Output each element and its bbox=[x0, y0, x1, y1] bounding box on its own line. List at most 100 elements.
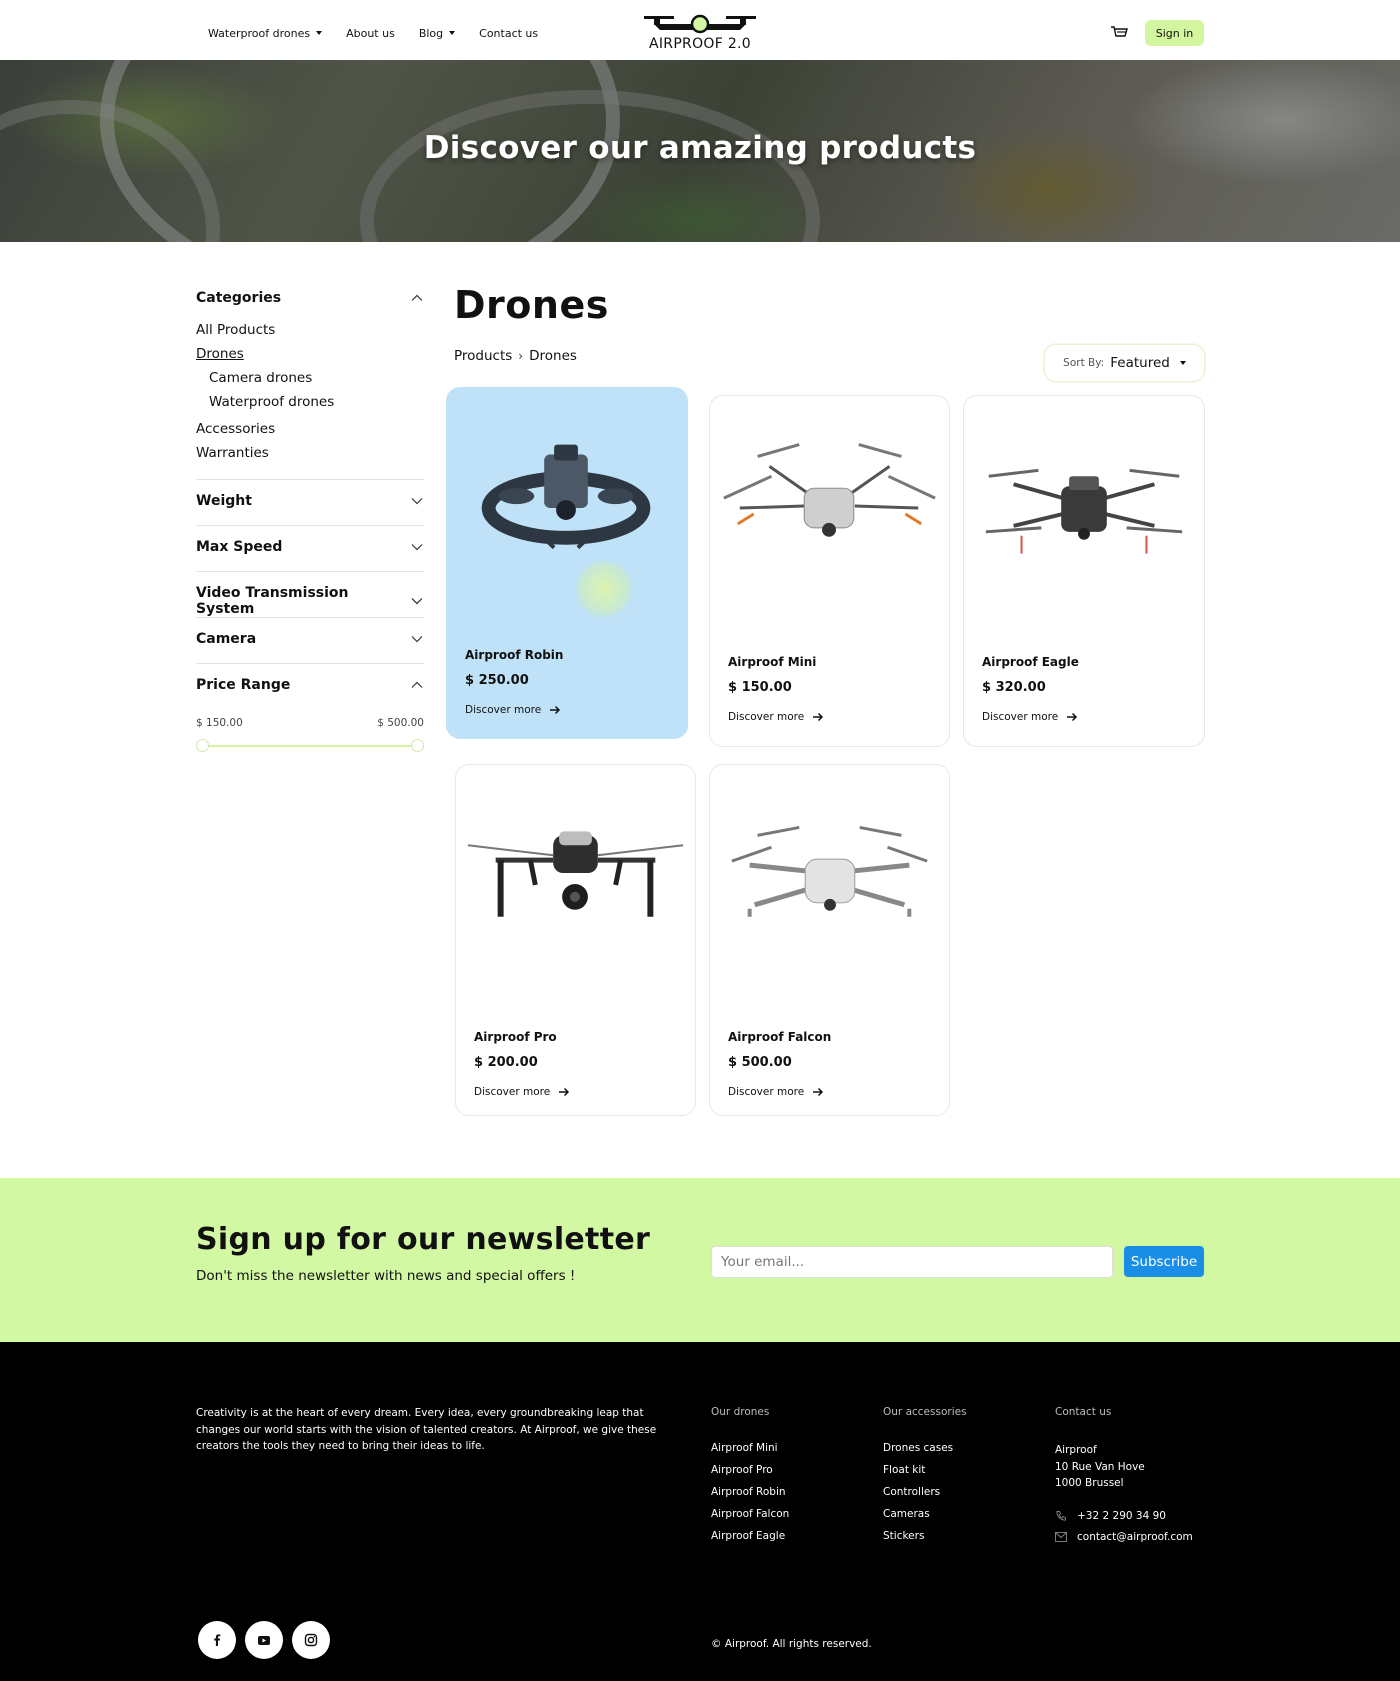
category-accessories[interactable]: Accessories bbox=[196, 421, 424, 437]
drone-image bbox=[985, 468, 1183, 554]
product-price: $ 500.00 bbox=[728, 1055, 792, 1070]
footer-link-airproof-robin[interactable]: Airproof Robin bbox=[711, 1486, 789, 1498]
filter-max-speed: Max Speed bbox=[196, 525, 424, 571]
filter-camera-header[interactable]: Camera bbox=[196, 631, 424, 647]
footer-contact-column: Contact us Airproof 10 Rue Van Hove 1000… bbox=[1055, 1406, 1193, 1552]
category-warranties[interactable]: Warranties bbox=[196, 445, 424, 461]
chevron-down-icon bbox=[411, 598, 423, 605]
caret-down-icon bbox=[449, 31, 456, 35]
subscribe-button[interactable]: Subscribe bbox=[1124, 1246, 1204, 1277]
caret-down-icon bbox=[1179, 361, 1186, 365]
newsletter-title: Sign up for our newsletter bbox=[196, 1222, 651, 1257]
discover-more-link[interactable]: Discover more bbox=[465, 704, 561, 716]
product-price: $ 200.00 bbox=[474, 1055, 538, 1070]
category-list: All Products Drones Camera drones Waterp… bbox=[196, 322, 424, 461]
footer-link-airproof-pro[interactable]: Airproof Pro bbox=[711, 1464, 789, 1476]
discover-more-link[interactable]: Discover more bbox=[728, 1086, 824, 1098]
category-camera-drones[interactable]: Camera drones bbox=[209, 370, 424, 386]
footer-link-controllers[interactable]: Controllers bbox=[883, 1486, 967, 1498]
footer-column-title: Our drones bbox=[711, 1406, 770, 1418]
footer-link-float-kit[interactable]: Float kit bbox=[883, 1464, 967, 1476]
footer-link-airproof-eagle[interactable]: Airproof Eagle bbox=[711, 1530, 789, 1542]
product-card[interactable]: Airproof Pro $ 200.00 Discover more bbox=[455, 764, 696, 1116]
product-card[interactable]: Airproof Robin $ 250.00 Discover more bbox=[446, 387, 688, 739]
discover-more-label: Discover more bbox=[474, 1086, 551, 1098]
nav-label: Waterproof drones bbox=[208, 26, 311, 40]
filter-max-speed-header[interactable]: Max Speed bbox=[196, 539, 424, 555]
product-price: $ 250.00 bbox=[465, 673, 529, 688]
drone-image bbox=[467, 831, 684, 917]
footer-link-drones-cases[interactable]: Drones cases bbox=[883, 1442, 967, 1454]
chevron-up-icon bbox=[411, 681, 423, 688]
chevron-down-icon bbox=[411, 636, 423, 643]
product-card[interactable]: Airproof Mini $ 150.00 Discover more bbox=[709, 395, 950, 747]
breadcrumb-products[interactable]: Products bbox=[454, 348, 512, 364]
category-waterproof-drones[interactable]: Waterproof drones bbox=[209, 394, 424, 410]
price-min-label: $ 150.00 bbox=[196, 717, 243, 729]
filter-price-range: Price Range $ 150.00 $ 500.00 bbox=[196, 663, 424, 753]
footer-link-airproof-falcon[interactable]: Airproof Falcon bbox=[711, 1508, 789, 1520]
arrow-right-icon bbox=[1067, 712, 1078, 722]
main-nav: Waterproof drones About us Blog Contact … bbox=[208, 0, 538, 66]
sign-in-button[interactable]: Sign in bbox=[1145, 20, 1204, 46]
footer-link-airproof-mini[interactable]: Airproof Mini bbox=[711, 1442, 789, 1454]
discover-more-link[interactable]: Discover more bbox=[728, 711, 824, 723]
category-all-products[interactable]: All Products bbox=[196, 322, 424, 338]
filter-camera: Camera bbox=[196, 617, 424, 663]
nav-label: About us bbox=[346, 26, 395, 40]
facebook-button[interactable] bbox=[198, 1621, 236, 1659]
footer-address: Airproof 10 Rue Van Hove 1000 Brussel bbox=[1055, 1442, 1193, 1492]
breadcrumb-drones: Drones bbox=[529, 348, 577, 364]
instagram-button[interactable] bbox=[292, 1621, 330, 1659]
filter-price-range-header[interactable]: Price Range bbox=[196, 677, 424, 693]
nav-contact-us[interactable]: Contact us bbox=[479, 27, 538, 40]
filter-video-transmission: Video Transmission System bbox=[196, 571, 424, 617]
email-input[interactable] bbox=[711, 1246, 1113, 1278]
price-range-slider[interactable] bbox=[196, 739, 424, 753]
product-card[interactable]: Airproof Falcon $ 500.00 Discover more bbox=[709, 764, 950, 1116]
footer-link-cameras[interactable]: Cameras bbox=[883, 1508, 967, 1520]
footer-drones-column: Our drones Airproof Mini Airproof Pro Ai… bbox=[711, 1406, 789, 1552]
nav-blog[interactable]: Blog bbox=[419, 27, 456, 40]
chevron-right-icon: › bbox=[518, 349, 524, 363]
filter-title: Weight bbox=[196, 493, 252, 509]
nav-about-us[interactable]: About us bbox=[346, 27, 395, 40]
footer-link-stickers[interactable]: Stickers bbox=[883, 1530, 967, 1542]
drone-image bbox=[723, 443, 936, 537]
footer-accessories-column: Our accessories Drones cases Float kit C… bbox=[883, 1406, 967, 1552]
drone-image bbox=[731, 825, 928, 917]
cart-icon[interactable] bbox=[1110, 25, 1128, 41]
footer-column-title: Our accessories bbox=[883, 1406, 967, 1418]
nav-waterproof-drones[interactable]: Waterproof drones bbox=[208, 26, 323, 40]
discover-more-label: Discover more bbox=[728, 1086, 805, 1098]
site-footer: Creativity is at the heart of every drea… bbox=[0, 1342, 1400, 1681]
filter-weight-header[interactable]: Weight bbox=[196, 493, 424, 509]
filter-sidebar: Categories All Products Drones Camera dr… bbox=[196, 290, 424, 753]
footer-email[interactable]: contact@airproof.com bbox=[1055, 1531, 1193, 1543]
product-price: $ 320.00 bbox=[982, 680, 1046, 695]
categories-header[interactable]: Categories bbox=[196, 290, 424, 306]
caret-down-icon bbox=[316, 31, 323, 35]
discover-more-link[interactable]: Discover more bbox=[982, 711, 1078, 723]
filter-video-transmission-header[interactable]: Video Transmission System bbox=[196, 585, 424, 617]
mail-icon bbox=[1055, 1531, 1067, 1542]
logo[interactable]: AIRPROOF 2.0 bbox=[640, 14, 760, 56]
filter-title: Video Transmission System bbox=[196, 585, 349, 617]
product-card[interactable]: Airproof Eagle $ 320.00 Discover more bbox=[963, 395, 1205, 747]
slider-max-handle[interactable] bbox=[411, 739, 424, 752]
slider-min-handle[interactable] bbox=[196, 739, 209, 752]
arrow-right-icon bbox=[813, 1087, 824, 1097]
email-address: contact@airproof.com bbox=[1077, 1530, 1193, 1543]
sort-dropdown[interactable]: Sort By: Featured bbox=[1044, 344, 1205, 382]
discover-more-link[interactable]: Discover more bbox=[474, 1086, 570, 1098]
instagram-icon bbox=[304, 1633, 318, 1647]
arrow-right-icon bbox=[813, 712, 824, 722]
category-drones[interactable]: Drones bbox=[196, 346, 424, 362]
address-line: 1000 Brussel bbox=[1055, 1477, 1124, 1489]
footer-phone[interactable]: +32 2 290 34 90 bbox=[1055, 1510, 1193, 1522]
product-name: Airproof Robin bbox=[465, 648, 564, 662]
price-max-label: $ 500.00 bbox=[377, 717, 424, 729]
site-header: Waterproof drones About us Blog Contact … bbox=[0, 0, 1400, 60]
youtube-button[interactable] bbox=[245, 1621, 283, 1659]
filter-weight: Weight bbox=[196, 479, 424, 525]
